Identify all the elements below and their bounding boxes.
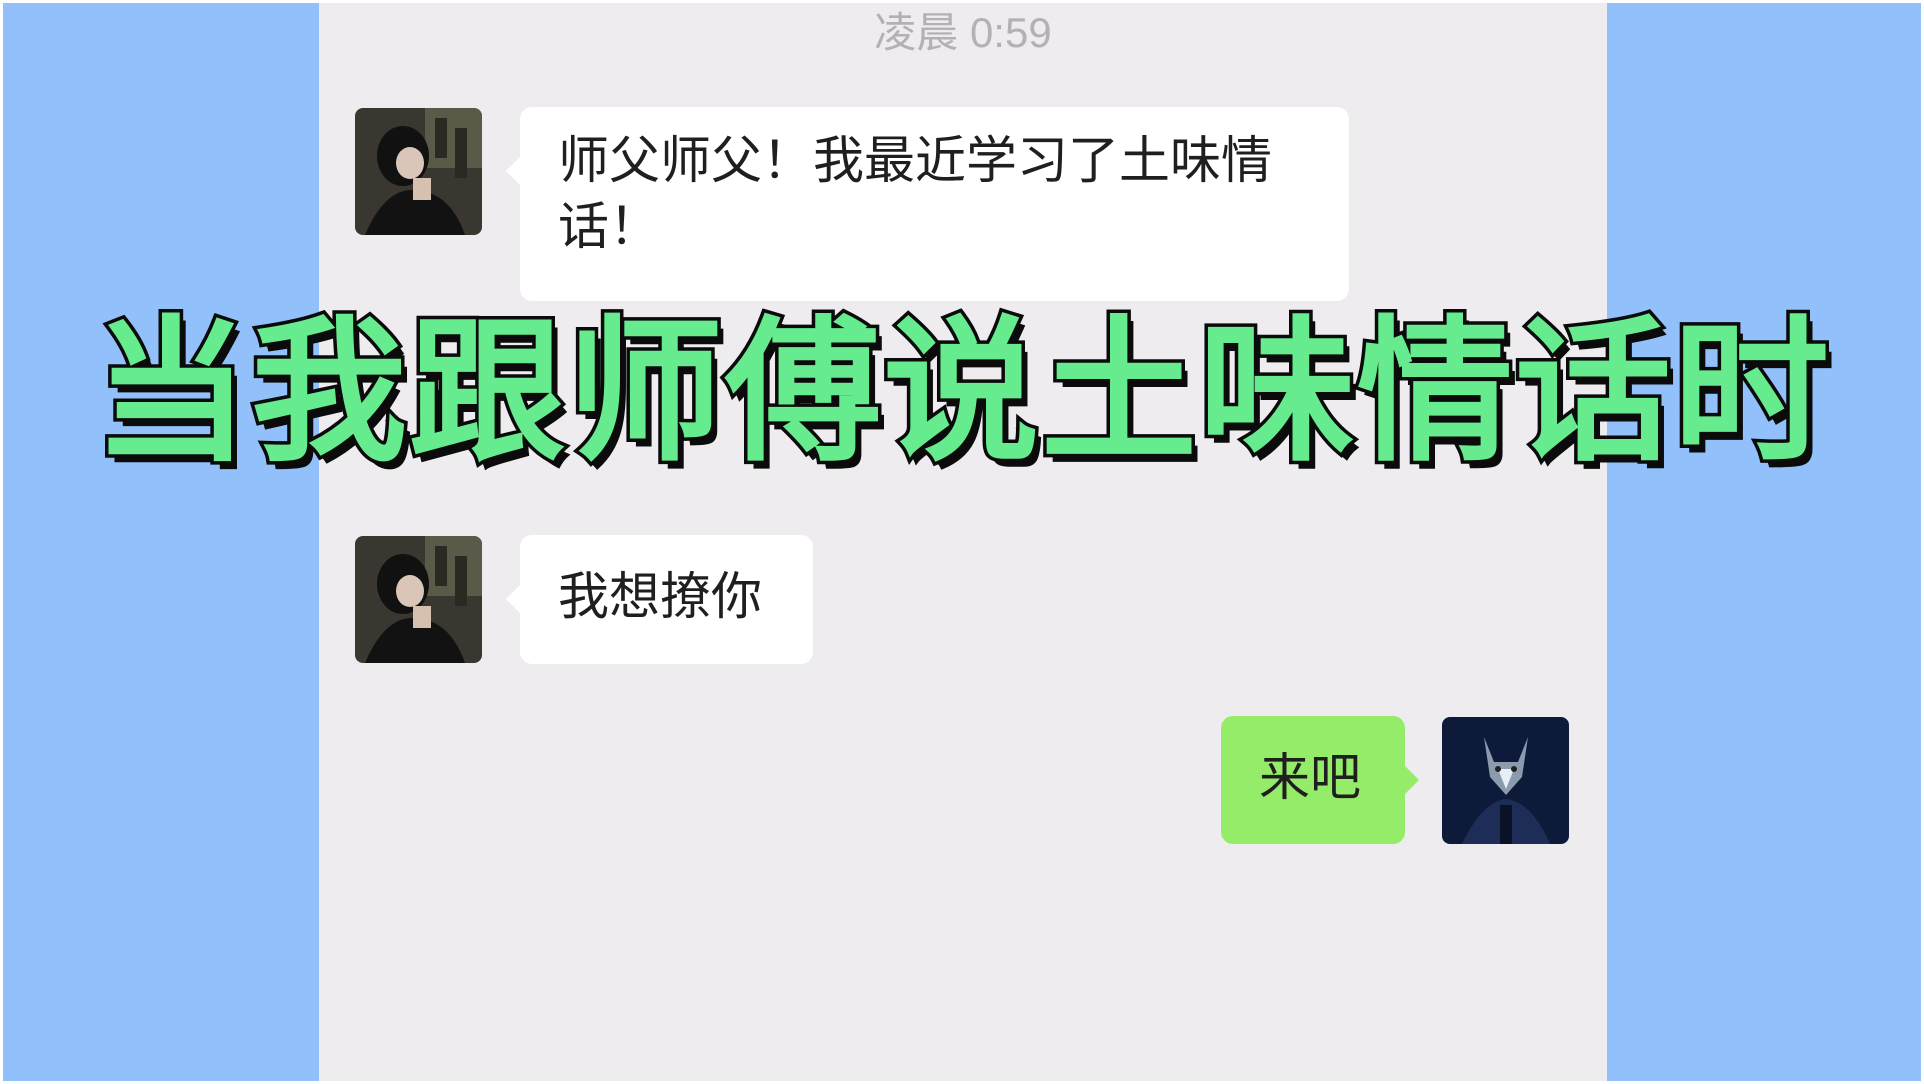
message-text: 我想撩你: [558, 568, 763, 627]
message-bubble-1[interactable]: 师父师父！我最近学习了土味情 话！: [506, 107, 1349, 301]
message-text-line-2: 话！: [558, 198, 661, 257]
message-text-line-1: 师父师父！我最近学习了土味情: [558, 132, 1273, 191]
my-avatar[interactable]: [1442, 717, 1569, 844]
avatar-girl-photo-icon: [355, 536, 482, 663]
message-bubble-3[interactable]: 来吧: [1221, 716, 1419, 844]
other-avatar[interactable]: [355, 536, 482, 663]
other-avatar[interactable]: [355, 108, 482, 235]
message-bubble-2[interactable]: 我想撩你: [506, 535, 813, 664]
avatar-girl-photo-icon: [355, 108, 482, 235]
message-text: 来吧: [1259, 749, 1362, 808]
message-timestamp: 凌晨 0:59: [874, 9, 1052, 56]
chat-window[interactable]: 凌晨 0:59 师父师父！我最近学习了土味情 话！ 我想撩你 来吧: [319, 3, 1607, 1081]
video-title-overlay: 当我跟师傅说土味情话时: [90, 301, 1833, 483]
avatar-wolf-photo-icon: [1442, 717, 1569, 844]
